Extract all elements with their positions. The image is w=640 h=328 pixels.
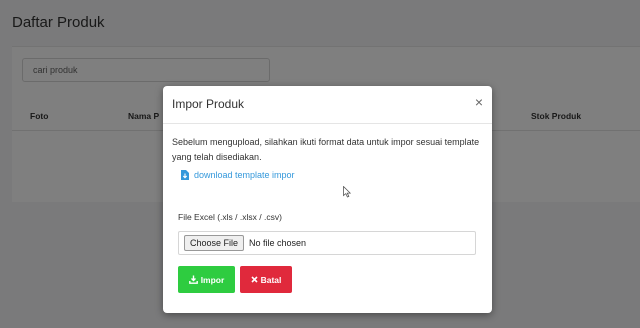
choose-file-button[interactable]: Choose File	[184, 235, 245, 251]
modal-description: Sebelum mengupload, silahkan ikuti forma…	[172, 137, 480, 162]
modal-header: Impor Produk ×	[163, 86, 492, 124]
modal-title: Impor Produk	[172, 97, 245, 111]
file-excel-label: File Excel (.xls / .xlsx / .csv)	[178, 212, 282, 222]
impor-label: Impor	[200, 274, 225, 285]
mouse-cursor-icon	[343, 186, 351, 198]
x-icon	[251, 276, 258, 283]
batal-button[interactable]: Batal	[240, 266, 292, 293]
import-modal: Impor Produk × Sebelum mengupload, silah…	[163, 86, 492, 313]
batal-label: Batal	[260, 274, 282, 285]
close-button[interactable]: ×	[475, 95, 483, 109]
download-icon	[188, 275, 198, 284]
download-template-label: download template impor	[194, 170, 295, 180]
download-template-link[interactable]: download template impor	[181, 170, 295, 180]
file-status: No file chosen	[249, 238, 307, 248]
impor-button[interactable]: Impor	[178, 266, 235, 293]
file-download-icon	[181, 170, 189, 180]
file-input[interactable]: Choose File No file chosen	[178, 231, 476, 255]
